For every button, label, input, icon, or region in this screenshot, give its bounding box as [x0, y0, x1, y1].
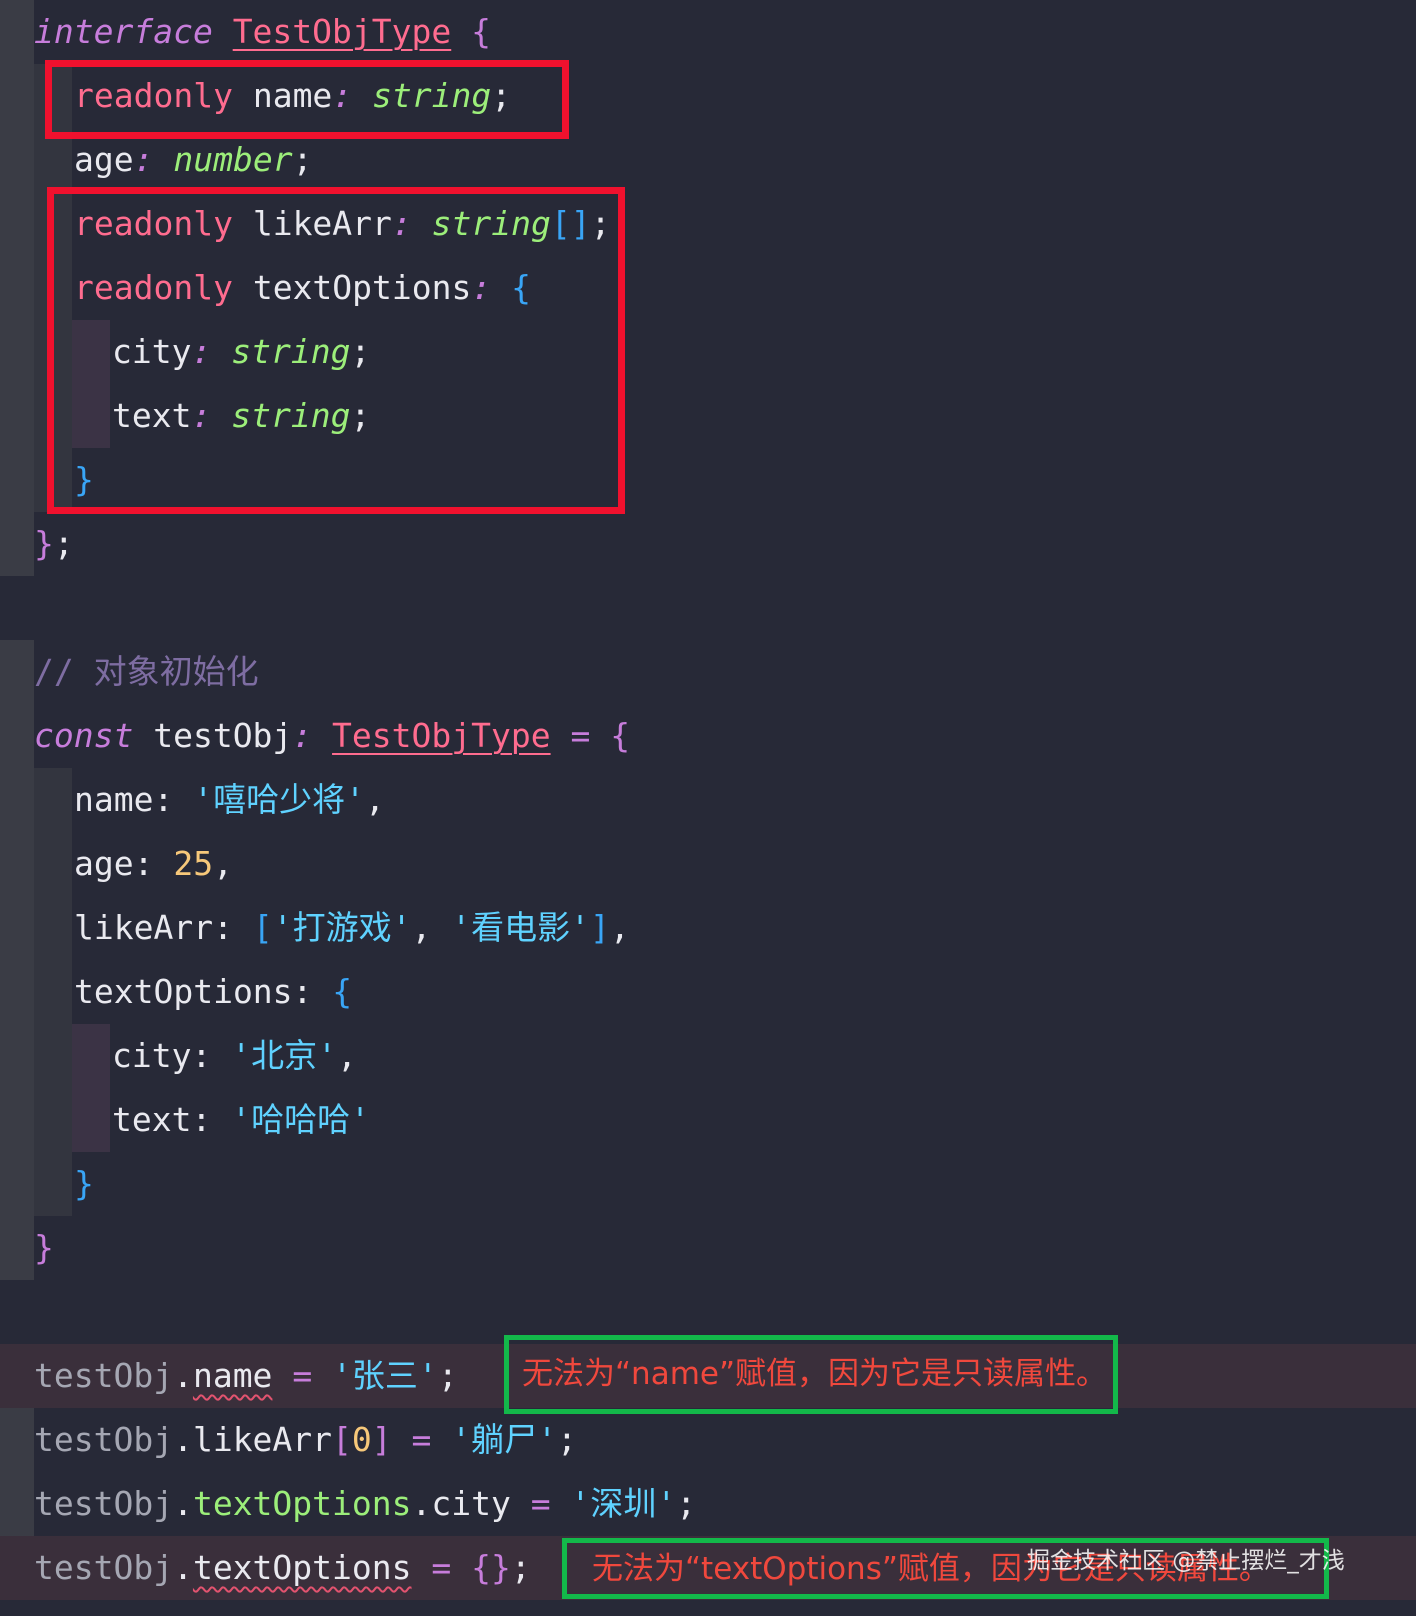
code-line: testObj.textOptions = {}; — [34, 1548, 531, 1587]
code-line: age: 25, — [74, 844, 233, 883]
identifier: age — [74, 844, 134, 883]
readonly-highlight-box — [47, 187, 625, 514]
watermark: 掘金技术社区 @禁止摆烂_才浅 — [1027, 1548, 1345, 1574]
brace: } — [34, 524, 54, 563]
string: '看电影' — [451, 908, 590, 947]
identifier: testObj — [34, 1484, 174, 1523]
identifier: city — [431, 1484, 511, 1523]
code-line: likeArr: ['打游戏', '看电影'], — [74, 908, 630, 947]
identifier: testObj — [34, 1420, 174, 1459]
brace: { — [471, 12, 491, 51]
gutter-block-1 — [0, 0, 34, 576]
identifier: testObj — [34, 1548, 174, 1587]
code-line: testObj.textOptions.city = '深圳'; — [34, 1484, 697, 1523]
error-squiggle-property[interactable]: name — [193, 1356, 272, 1395]
code-line: city: '北京', — [112, 1036, 357, 1075]
identifier: testObj — [34, 1356, 174, 1395]
code-line: interface TestObjType { — [34, 0, 491, 64]
keyword: interface — [34, 12, 213, 51]
operator: = — [570, 716, 591, 755]
indent-guide — [72, 1024, 110, 1152]
code-line: } — [34, 1228, 54, 1267]
identifier: age — [74, 140, 134, 179]
code-line: testObj.name = '张三'; — [34, 1356, 458, 1395]
type-name[interactable]: TestObjType — [233, 12, 452, 51]
string: '躺尸' — [451, 1420, 558, 1459]
string: '嘻哈少将' — [193, 780, 365, 819]
identifier: likeArr — [74, 908, 214, 947]
identifier: textOptions — [74, 972, 293, 1011]
number: 25 — [173, 844, 214, 883]
indent-guide — [34, 768, 72, 1216]
error-message: 无法为“name”赋值，因为它是只读属性。 — [522, 1356, 1108, 1392]
identifier: text — [112, 1100, 192, 1139]
readonly-highlight-box — [45, 60, 569, 139]
string: '打游戏' — [272, 908, 412, 947]
code-line: textOptions: { — [74, 972, 353, 1011]
code-line: } — [74, 1164, 94, 1203]
error-squiggle-property[interactable]: textOptions — [193, 1548, 412, 1587]
string: '哈哈哈' — [231, 1100, 370, 1139]
code-line: }; — [34, 524, 74, 563]
string: '深圳' — [570, 1484, 677, 1523]
identifier: city — [112, 1036, 192, 1075]
brace: {} — [471, 1548, 511, 1587]
string: '北京' — [231, 1036, 337, 1075]
comment: // 对象初始化 — [34, 652, 259, 691]
code-line: name: '嘻哈少将', — [74, 780, 385, 819]
comment-line: // 对象初始化 — [34, 640, 259, 704]
number: 0 — [351, 1420, 372, 1459]
gutter-block-2 — [0, 640, 34, 1280]
type: number — [173, 140, 293, 179]
identifier: name — [74, 780, 154, 819]
code-line: testObj.likeArr[0] = '躺尸'; — [34, 1420, 577, 1459]
identifier: textOptions — [192, 1484, 412, 1523]
identifier: testObj — [153, 716, 293, 755]
type-name[interactable]: TestObjType — [332, 716, 551, 755]
identifier: likeArr — [192, 1420, 333, 1459]
string: '张三' — [332, 1356, 438, 1395]
code-line: text: '哈哈哈' — [112, 1100, 370, 1139]
code-line: const testObj: TestObjType = { — [34, 716, 631, 755]
keyword: const — [34, 716, 134, 755]
